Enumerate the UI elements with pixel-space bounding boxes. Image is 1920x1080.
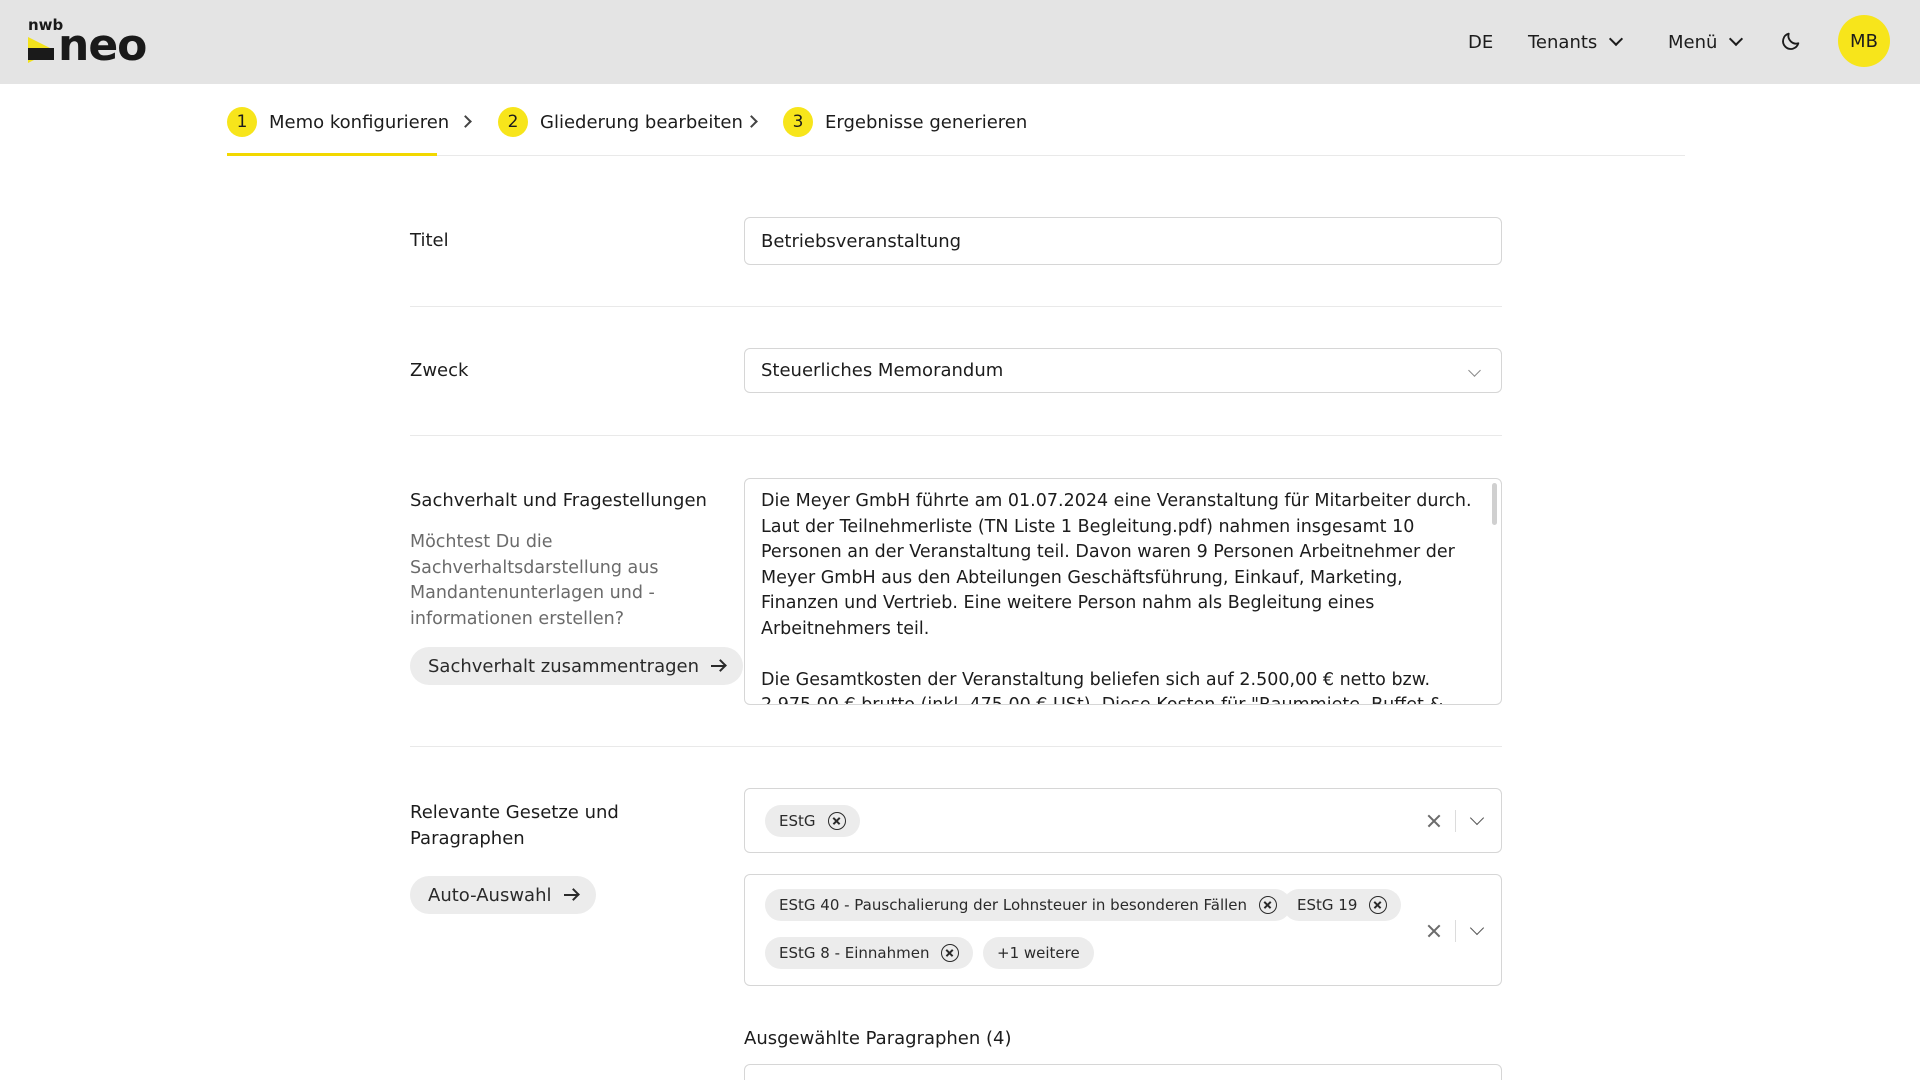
facts-textarea[interactable]: Die Meyer GmbH führte am 01.07.2024 eine… [744, 478, 1502, 705]
clear-icon[interactable] [1426, 923, 1442, 939]
title-label: Titel [410, 230, 449, 251]
paragraph-chip-label: EStG 40 - Pauschalierung der Lohnsteuer … [779, 896, 1248, 914]
arrow-right-icon [711, 659, 725, 673]
collect-facts-button-label: Sachverhalt zusammentragen [428, 655, 700, 677]
logo-brand-main: neo [58, 20, 147, 71]
facts-textarea-content: Die Meyer GmbH führte am 01.07.2024 eine… [745, 479, 1501, 704]
remove-chip-icon[interactable] [1369, 896, 1388, 914]
facts-paragraph: Die Gesamtkosten der Veranstaltung belie… [761, 669, 1443, 705]
step-number: 3 [783, 107, 813, 137]
chevron-down-icon[interactable] [1469, 920, 1485, 936]
selected-paragraphs-heading: Ausgewählte Paragraphen (4) [744, 1028, 1012, 1049]
selected-paragraphs-list [744, 1064, 1502, 1080]
step-label: Memo konfigurieren [269, 111, 450, 133]
more-chips-label: +1 weitere [997, 944, 1080, 962]
step-number: 2 [498, 107, 528, 137]
menu-dropdown[interactable]: Menü [1668, 0, 1744, 84]
chevron-right-icon [745, 115, 758, 128]
paragraph-chip-label: EStG 8 - Einnahmen [779, 944, 930, 962]
divider [410, 435, 1502, 436]
remove-chip-icon[interactable] [1259, 896, 1278, 914]
user-avatar[interactable]: MB [1838, 15, 1890, 67]
purpose-select-value: Steuerliches Memorandum [761, 360, 1004, 381]
step-number: 1 [227, 107, 257, 137]
chevron-down-icon[interactable] [1469, 810, 1485, 826]
chevron-right-icon [459, 115, 472, 128]
dark-mode-toggle-icon[interactable] [1780, 30, 1802, 52]
facts-paragraph: Die Meyer GmbH führte am 01.07.2024 eine… [761, 491, 1472, 639]
avatar-initials: MB [1850, 30, 1878, 52]
step-memo-konfigurieren[interactable]: 1 Memo konfigurieren [227, 104, 449, 140]
remove-chip-icon[interactable] [941, 944, 960, 962]
nwb-neo-logo[interactable]: nwb neo [28, 16, 158, 68]
purpose-select[interactable]: Steuerliches Memorandum [744, 348, 1502, 393]
chevron-down-icon [1609, 31, 1624, 47]
facts-label: Sachverhalt und Fragestellungen [410, 490, 707, 511]
facts-helper-text: Möchtest Du die Sachverhaltsdarstellung … [410, 532, 659, 629]
collect-facts-button[interactable]: Sachverhalt zusammentragen [410, 647, 744, 685]
separator [1455, 920, 1456, 942]
logo-bar-icon [28, 48, 54, 60]
step-label: Ergebnisse generieren [825, 111, 1028, 133]
active-step-indicator [227, 153, 437, 156]
chevron-down-icon [1729, 31, 1744, 47]
paragraph-chip: EStG 40 - Pauschalierung der Lohnsteuer … [765, 889, 1292, 921]
wizard-stepper: 1 Memo konfigurieren 2 Gliederung bearbe… [227, 104, 1685, 156]
language-switch[interactable]: DE [1468, 0, 1493, 84]
step-gliederung-bearbeiten[interactable]: 2 Gliederung bearbeiten [498, 104, 743, 140]
menu-label: Menü [1668, 31, 1718, 53]
divider [410, 746, 1502, 747]
paragraph-chip: EStG 8 - Einnahmen [765, 937, 974, 969]
clear-icon[interactable] [1426, 813, 1442, 829]
title-input[interactable]: Betriebsveranstaltung [744, 217, 1502, 265]
arrow-right-icon [563, 888, 578, 902]
step-label: Gliederung bearbeiten [540, 111, 743, 133]
law-chip: EStG [765, 805, 860, 837]
divider [410, 306, 1502, 307]
paragraph-chip-label: EStG 19 [1297, 896, 1358, 914]
separator [1455, 810, 1456, 832]
laws-multiselect[interactable]: EStG [744, 788, 1502, 853]
tenants-label: Tenants [1528, 31, 1598, 53]
paragraph-chip: EStG 19 [1283, 889, 1402, 921]
law-chip-label: EStG [779, 812, 816, 830]
language-label: DE [1468, 31, 1494, 53]
paragraphs-multiselect[interactable]: EStG 40 - Pauschalierung der Lohnsteuer … [744, 874, 1502, 986]
more-chips-badge[interactable]: +1 weitere [983, 937, 1094, 969]
laws-label: Relevante Gesetze und Paragraphen [410, 802, 619, 849]
tenants-dropdown[interactable]: Tenants [1528, 0, 1624, 84]
top-bar: nwb neo DE Tenants Menü MB [0, 0, 1920, 84]
remove-chip-icon[interactable] [827, 812, 846, 830]
textarea-scrollbar[interactable] [1492, 483, 1497, 525]
step-ergebnisse-generieren[interactable]: 3 Ergebnisse generieren [783, 104, 1027, 140]
auto-select-button-label: Auto-Auswahl [428, 884, 552, 906]
purpose-label: Zweck [410, 360, 469, 381]
auto-select-button[interactable]: Auto-Auswahl [410, 876, 596, 914]
title-input-value: Betriebsveranstaltung [761, 230, 962, 252]
